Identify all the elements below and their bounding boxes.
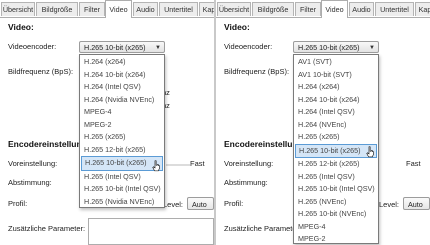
right-window: Übersicht Bildgröße Filter Video Audio U… xyxy=(216,0,430,245)
encoder-option[interactable]: H.264 (Intel QSV) xyxy=(80,81,164,94)
tab-filter[interactable]: Filter xyxy=(295,2,321,16)
tab-kapitel[interactable]: Kap xyxy=(199,2,214,16)
encoder-settings-title: Encodereinstellun xyxy=(8,139,82,149)
tab-bildgroesse[interactable]: Bildgröße xyxy=(36,2,78,16)
extra-params-label: Zusätzliche Parameter: xyxy=(224,224,302,233)
profile-label: Profil: xyxy=(8,199,28,208)
encoder-option[interactable]: H.265 (x265) xyxy=(80,131,164,144)
encoder-option[interactable]: MPEG-4 xyxy=(294,221,378,234)
preset-label: Voreinstellung: xyxy=(224,159,274,168)
encoder-option[interactable]: H.264 10-bit (x264) xyxy=(80,69,164,82)
encoder-option[interactable]: H.264 (Nvidia NVEnc) xyxy=(80,94,164,107)
chevron-down-icon: ▼ xyxy=(155,45,161,51)
encoder-option[interactable]: MPEG-4 xyxy=(80,106,164,119)
encoder-option[interactable]: H.265 (Intel QSV) xyxy=(80,171,164,184)
tune-label: Abstimmung: xyxy=(8,178,52,187)
tab-uebersicht[interactable]: Übersicht xyxy=(1,2,35,16)
video-section-title: Video: xyxy=(8,22,34,32)
encoder-option-selected[interactable]: H.265 10-bit (x265) xyxy=(81,156,163,171)
encoder-settings-title: Encodereinstellun xyxy=(224,139,298,149)
encoder-option[interactable]: H.264 (NVEnc) xyxy=(294,119,378,132)
framerate-label: Bildfrequenz (BpS): xyxy=(224,67,290,76)
encoder-option[interactable]: H.265 10-bit (NVEnc) xyxy=(294,208,378,221)
encoder-option-selected[interactable]: H.265 10-bit (x265) xyxy=(295,143,377,158)
encoder-option[interactable]: H.265 12-bit (x265) xyxy=(80,144,164,157)
encoder-option[interactable]: MPEG-2 xyxy=(294,233,378,245)
left-window: Übersicht Bildgröße Filter Video Audio U… xyxy=(0,0,214,245)
encoder-option[interactable]: H.265 12-bit (x265) xyxy=(294,158,378,171)
tab-filter[interactable]: Filter xyxy=(79,2,105,16)
hand-cursor-icon xyxy=(366,146,374,158)
encoder-option[interactable]: H.265 (Intel QSV) xyxy=(294,171,378,184)
encoder-option[interactable]: H.265 (NVEnc) xyxy=(294,196,378,209)
encoder-select-value: H.265 10-bit (x265) xyxy=(84,43,146,52)
tab-untertitel[interactable]: Untertitel xyxy=(375,2,414,16)
encoder-option[interactable]: H.264 (x264) xyxy=(80,56,164,69)
encoder-label: Videoencoder: xyxy=(224,42,273,51)
tab-kapitel[interactable]: Kap xyxy=(415,2,430,16)
tab-video[interactable]: Video xyxy=(321,0,348,18)
chevron-down-icon: ▼ xyxy=(369,45,375,51)
tab-audio[interactable]: Audio xyxy=(349,2,374,16)
tab-bar: Übersicht Bildgröße Filter Video Audio U… xyxy=(216,0,430,18)
encoder-select-value: H.265 10-bit (x265) xyxy=(298,43,360,52)
encoder-option[interactable]: MPEG-2 xyxy=(80,119,164,132)
tab-audio[interactable]: Audio xyxy=(133,2,158,16)
preset-fast-label: Fast xyxy=(406,159,421,168)
encoder-dropdown-list: H.264 (x264) H.264 10-bit (x264) H.264 (… xyxy=(79,54,165,208)
encoder-option[interactable]: H.264 10-bit (x264) xyxy=(294,94,378,107)
encoder-select[interactable]: H.265 10-bit (x265) ▼ xyxy=(293,41,379,53)
extra-params-input[interactable] xyxy=(88,218,214,245)
encoder-option[interactable]: H.264 (x264) xyxy=(294,81,378,94)
encoder-option[interactable]: AV1 10-bit (SVT) xyxy=(294,69,378,82)
tab-bildgroesse[interactable]: Bildgröße xyxy=(252,2,294,16)
encoder-option[interactable]: H.265 10-bit (Intel QSV) xyxy=(80,183,164,196)
level-label: Level: xyxy=(163,200,184,209)
encoder-select[interactable]: H.265 10-bit (x265) ▼ xyxy=(79,41,165,53)
encoder-label: Videoencoder: xyxy=(8,42,57,51)
encoder-option[interactable]: H.265 (x265) xyxy=(294,131,378,144)
level-select[interactable]: Auto xyxy=(403,197,430,210)
level-select[interactable]: Auto xyxy=(187,197,214,210)
preset-slider[interactable] xyxy=(166,164,190,166)
encoder-option[interactable]: H.265 (Nvidia NVEnc) xyxy=(80,196,164,209)
tab-bar: Übersicht Bildgröße Filter Video Audio U… xyxy=(0,0,214,18)
tab-untertitel[interactable]: Untertitel xyxy=(159,2,198,16)
encoder-option[interactable]: H.265 10-bit (Intel QSV) xyxy=(294,183,378,196)
tune-label: Abstimmung: xyxy=(224,178,268,187)
tab-uebersicht[interactable]: Übersicht xyxy=(217,2,251,16)
preset-fast-label: Fast xyxy=(190,159,205,168)
level-label: Level: xyxy=(379,200,400,209)
encoder-option[interactable]: H.264 (Intel QSV) xyxy=(294,106,378,119)
extra-params-label: Zusätzliche Parameter: xyxy=(8,224,86,233)
framerate-label: Bildfrequenz (BpS): xyxy=(8,67,74,76)
preset-label: Voreinstellung: xyxy=(8,159,58,168)
tab-video[interactable]: Video xyxy=(105,0,132,18)
encoder-option[interactable]: AV1 (SVT) xyxy=(294,56,378,69)
video-section-title: Video: xyxy=(224,22,250,32)
profile-label: Profil: xyxy=(224,199,244,208)
hand-cursor-icon xyxy=(152,160,160,172)
